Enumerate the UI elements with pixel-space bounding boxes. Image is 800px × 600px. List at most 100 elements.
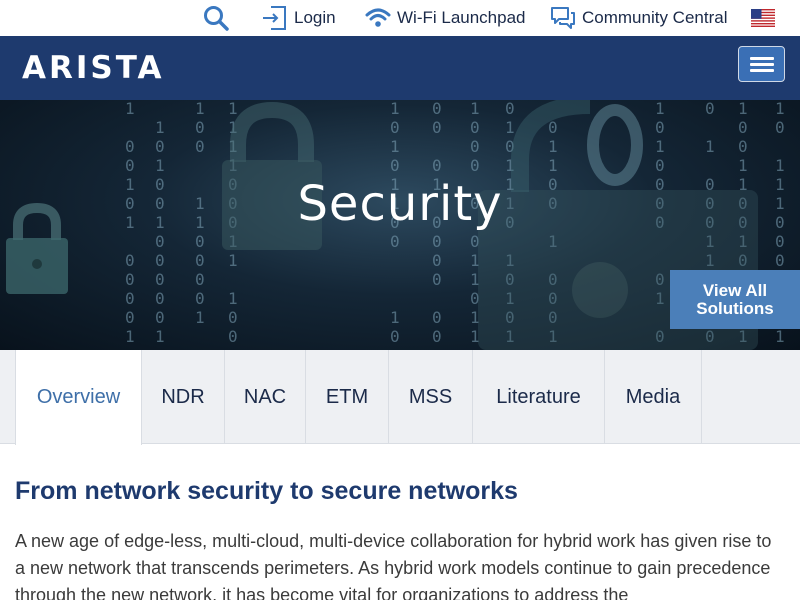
svg-text:1: 1 [390,100,400,118]
svg-text:0: 0 [125,308,135,327]
svg-text:0: 0 [155,270,165,289]
hero-title: Security [297,176,503,232]
svg-text:0: 0 [432,270,442,289]
svg-text:0: 0 [155,289,165,308]
tab-label: ETM [325,385,369,408]
us-flag-icon [751,9,775,27]
tab-etm[interactable]: ETM [306,350,389,444]
main-navbar: ARISTA [0,36,800,100]
svg-text:1: 1 [775,100,785,118]
login-label: Login [294,8,336,27]
svg-text:1: 1 [390,308,400,327]
svg-text:1: 1 [705,137,715,156]
svg-text:0: 0 [470,118,480,137]
view-all-solutions-button[interactable]: View All Solutions [670,270,800,329]
svg-text:1: 1 [228,100,238,118]
svg-text:0: 0 [432,327,442,346]
community-central-link[interactable]: Community Central [550,0,728,36]
login-icon [263,6,286,30]
tab-label: Overview [36,386,121,408]
tab-media[interactable]: Media [605,350,702,444]
svg-text:1: 1 [655,100,665,118]
hamburger-menu-button[interactable] [738,46,785,82]
svg-text:1: 1 [195,308,205,327]
svg-text:0: 0 [470,137,480,156]
tab-ndr[interactable]: NDR [142,350,225,444]
svg-text:1: 1 [775,156,785,175]
tab-literature[interactable]: Literature [473,350,605,444]
svg-text:1: 1 [548,156,558,175]
svg-text:0: 0 [390,156,400,175]
svg-text:0: 0 [432,118,442,137]
svg-text:0: 0 [738,118,748,137]
tab-mss[interactable]: MSS [389,350,473,444]
svg-text:0: 0 [125,137,135,156]
svg-text:0: 0 [505,100,515,118]
svg-text:1: 1 [195,100,205,118]
community-central-label: Community Central [582,8,728,27]
svg-text:1: 1 [655,137,665,156]
svg-text:0: 0 [155,308,165,327]
wifi-launchpad-link[interactable]: Wi-Fi Launchpad [365,0,526,36]
svg-text:1: 1 [390,137,400,156]
chat-icon [551,7,575,29]
tab-label: NAC [243,385,287,408]
svg-text:0: 0 [125,289,135,308]
svg-text:0: 0 [432,100,442,118]
svg-text:1: 1 [505,118,515,137]
logo-text: ARISTA [22,50,165,86]
svg-text:0: 0 [432,232,442,251]
svg-text:0: 0 [195,137,205,156]
svg-text:0: 0 [655,156,665,175]
svg-text:1: 1 [228,251,238,270]
svg-text:0: 0 [738,137,748,156]
svg-text:1: 1 [738,156,748,175]
wifi-icon [365,8,391,27]
svg-text:0: 0 [432,251,442,270]
search-icon [204,6,229,31]
tab-label: Media [625,385,681,408]
svg-text:0: 0 [195,251,205,270]
svg-text:0: 0 [228,308,238,327]
arista-logo[interactable]: ARISTA [22,50,196,86]
tab-label: Literature [496,385,581,408]
tab-nac[interactable]: NAC [225,350,306,444]
svg-text:1: 1 [548,137,558,156]
svg-text:0: 0 [195,232,205,251]
svg-text:1: 1 [155,118,165,137]
search-button[interactable] [202,0,230,36]
svg-text:0: 0 [195,118,205,137]
hamburger-menu-icon [750,57,774,60]
svg-text:1: 1 [125,327,135,346]
svg-text:1: 1 [125,100,135,118]
svg-text:0: 0 [125,156,135,175]
tab-label: MSS [408,385,453,408]
tab-label: NDR [161,385,205,408]
hero-banner: 1001010000110100100000110011000011111000… [0,100,800,350]
svg-text:0: 0 [155,251,165,270]
svg-text:0: 0 [432,308,442,327]
svg-text:0: 0 [228,327,238,346]
section-body-text: A new age of edge-less, multi-cloud, mul… [15,531,772,600]
section-heading: From network security to secure networks [15,477,518,505]
svg-text:0: 0 [390,327,400,346]
svg-text:0: 0 [155,137,165,156]
svg-text:0: 0 [655,118,665,137]
svg-text:0: 0 [775,118,785,137]
svg-text:0: 0 [155,232,165,251]
login-link[interactable]: Login [262,0,336,36]
svg-text:1: 1 [228,289,238,308]
svg-text:0: 0 [705,100,715,118]
svg-text:0: 0 [390,232,400,251]
svg-text:1: 1 [470,100,480,118]
svg-text:1: 1 [155,327,165,346]
svg-text:0: 0 [195,289,205,308]
tab-overview[interactable]: Overview [15,350,142,445]
language-selector[interactable] [751,0,775,36]
svg-text:0: 0 [432,156,442,175]
svg-text:1: 1 [775,327,785,346]
svg-text:0: 0 [125,251,135,270]
view-all-line2: Solutions [696,298,774,318]
svg-text:1: 1 [155,156,165,175]
svg-text:0: 0 [195,270,205,289]
